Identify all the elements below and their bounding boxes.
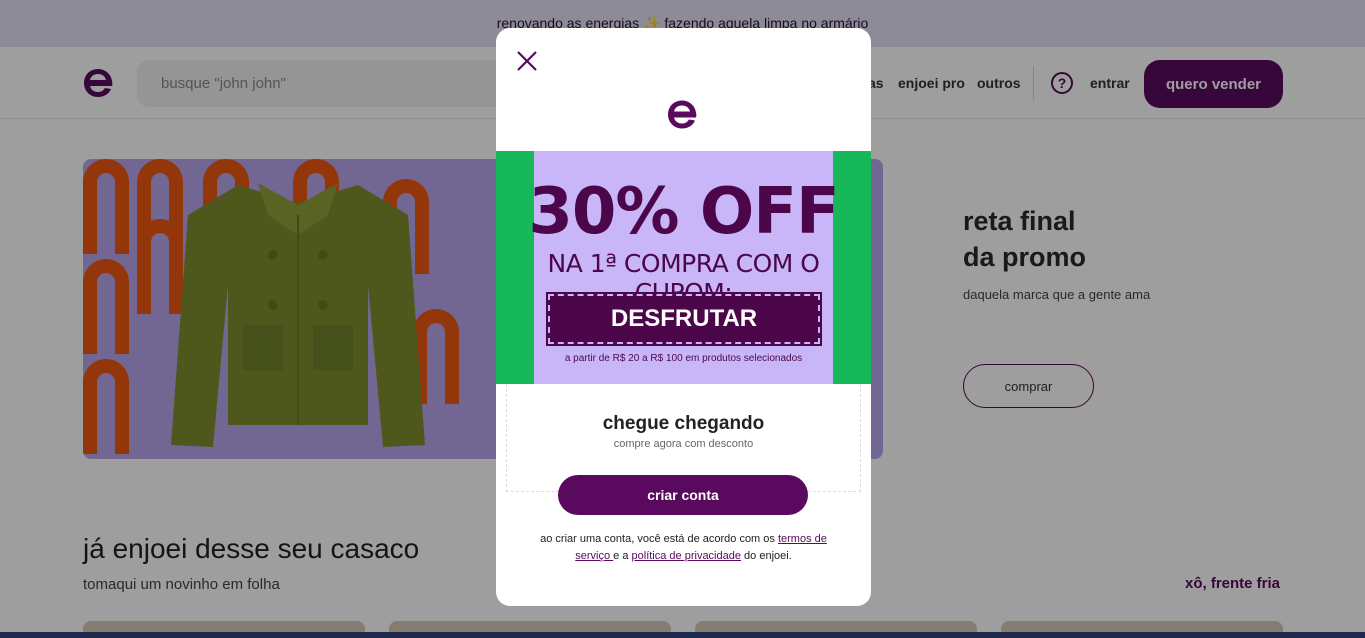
privacy-link[interactable]: política de privacidade <box>632 550 741 562</box>
coupon-code[interactable]: DESFRUTAR <box>546 292 822 346</box>
promo-headline: 30% OFF <box>528 175 839 249</box>
legal-text: ao criar uma conta, você está de acordo … <box>526 531 841 565</box>
create-account-button[interactable]: criar conta <box>558 475 808 515</box>
bottom-strip <box>0 632 1365 638</box>
signup-modal: 30% OFF NA 1ª COMPRA COM O CUPOM: DESFRU… <box>496 28 871 606</box>
legal-text-part1: ao criar uma conta, você está de acordo … <box>540 533 778 545</box>
promo-banner: 30% OFF NA 1ª COMPRA COM O CUPOM: DESFRU… <box>496 151 871 384</box>
close-icon[interactable] <box>514 48 540 74</box>
promo-fine-print: a partir de R$ 20 a R$ 100 em produtos s… <box>564 353 803 364</box>
legal-text-part2: e a <box>613 550 632 562</box>
modal-subtitle: compre agora com desconto <box>613 438 754 450</box>
modal-title: chegue chegando <box>602 413 765 434</box>
enjoei-logo <box>668 100 697 129</box>
legal-text-part3: do enjoei. <box>740 550 792 562</box>
